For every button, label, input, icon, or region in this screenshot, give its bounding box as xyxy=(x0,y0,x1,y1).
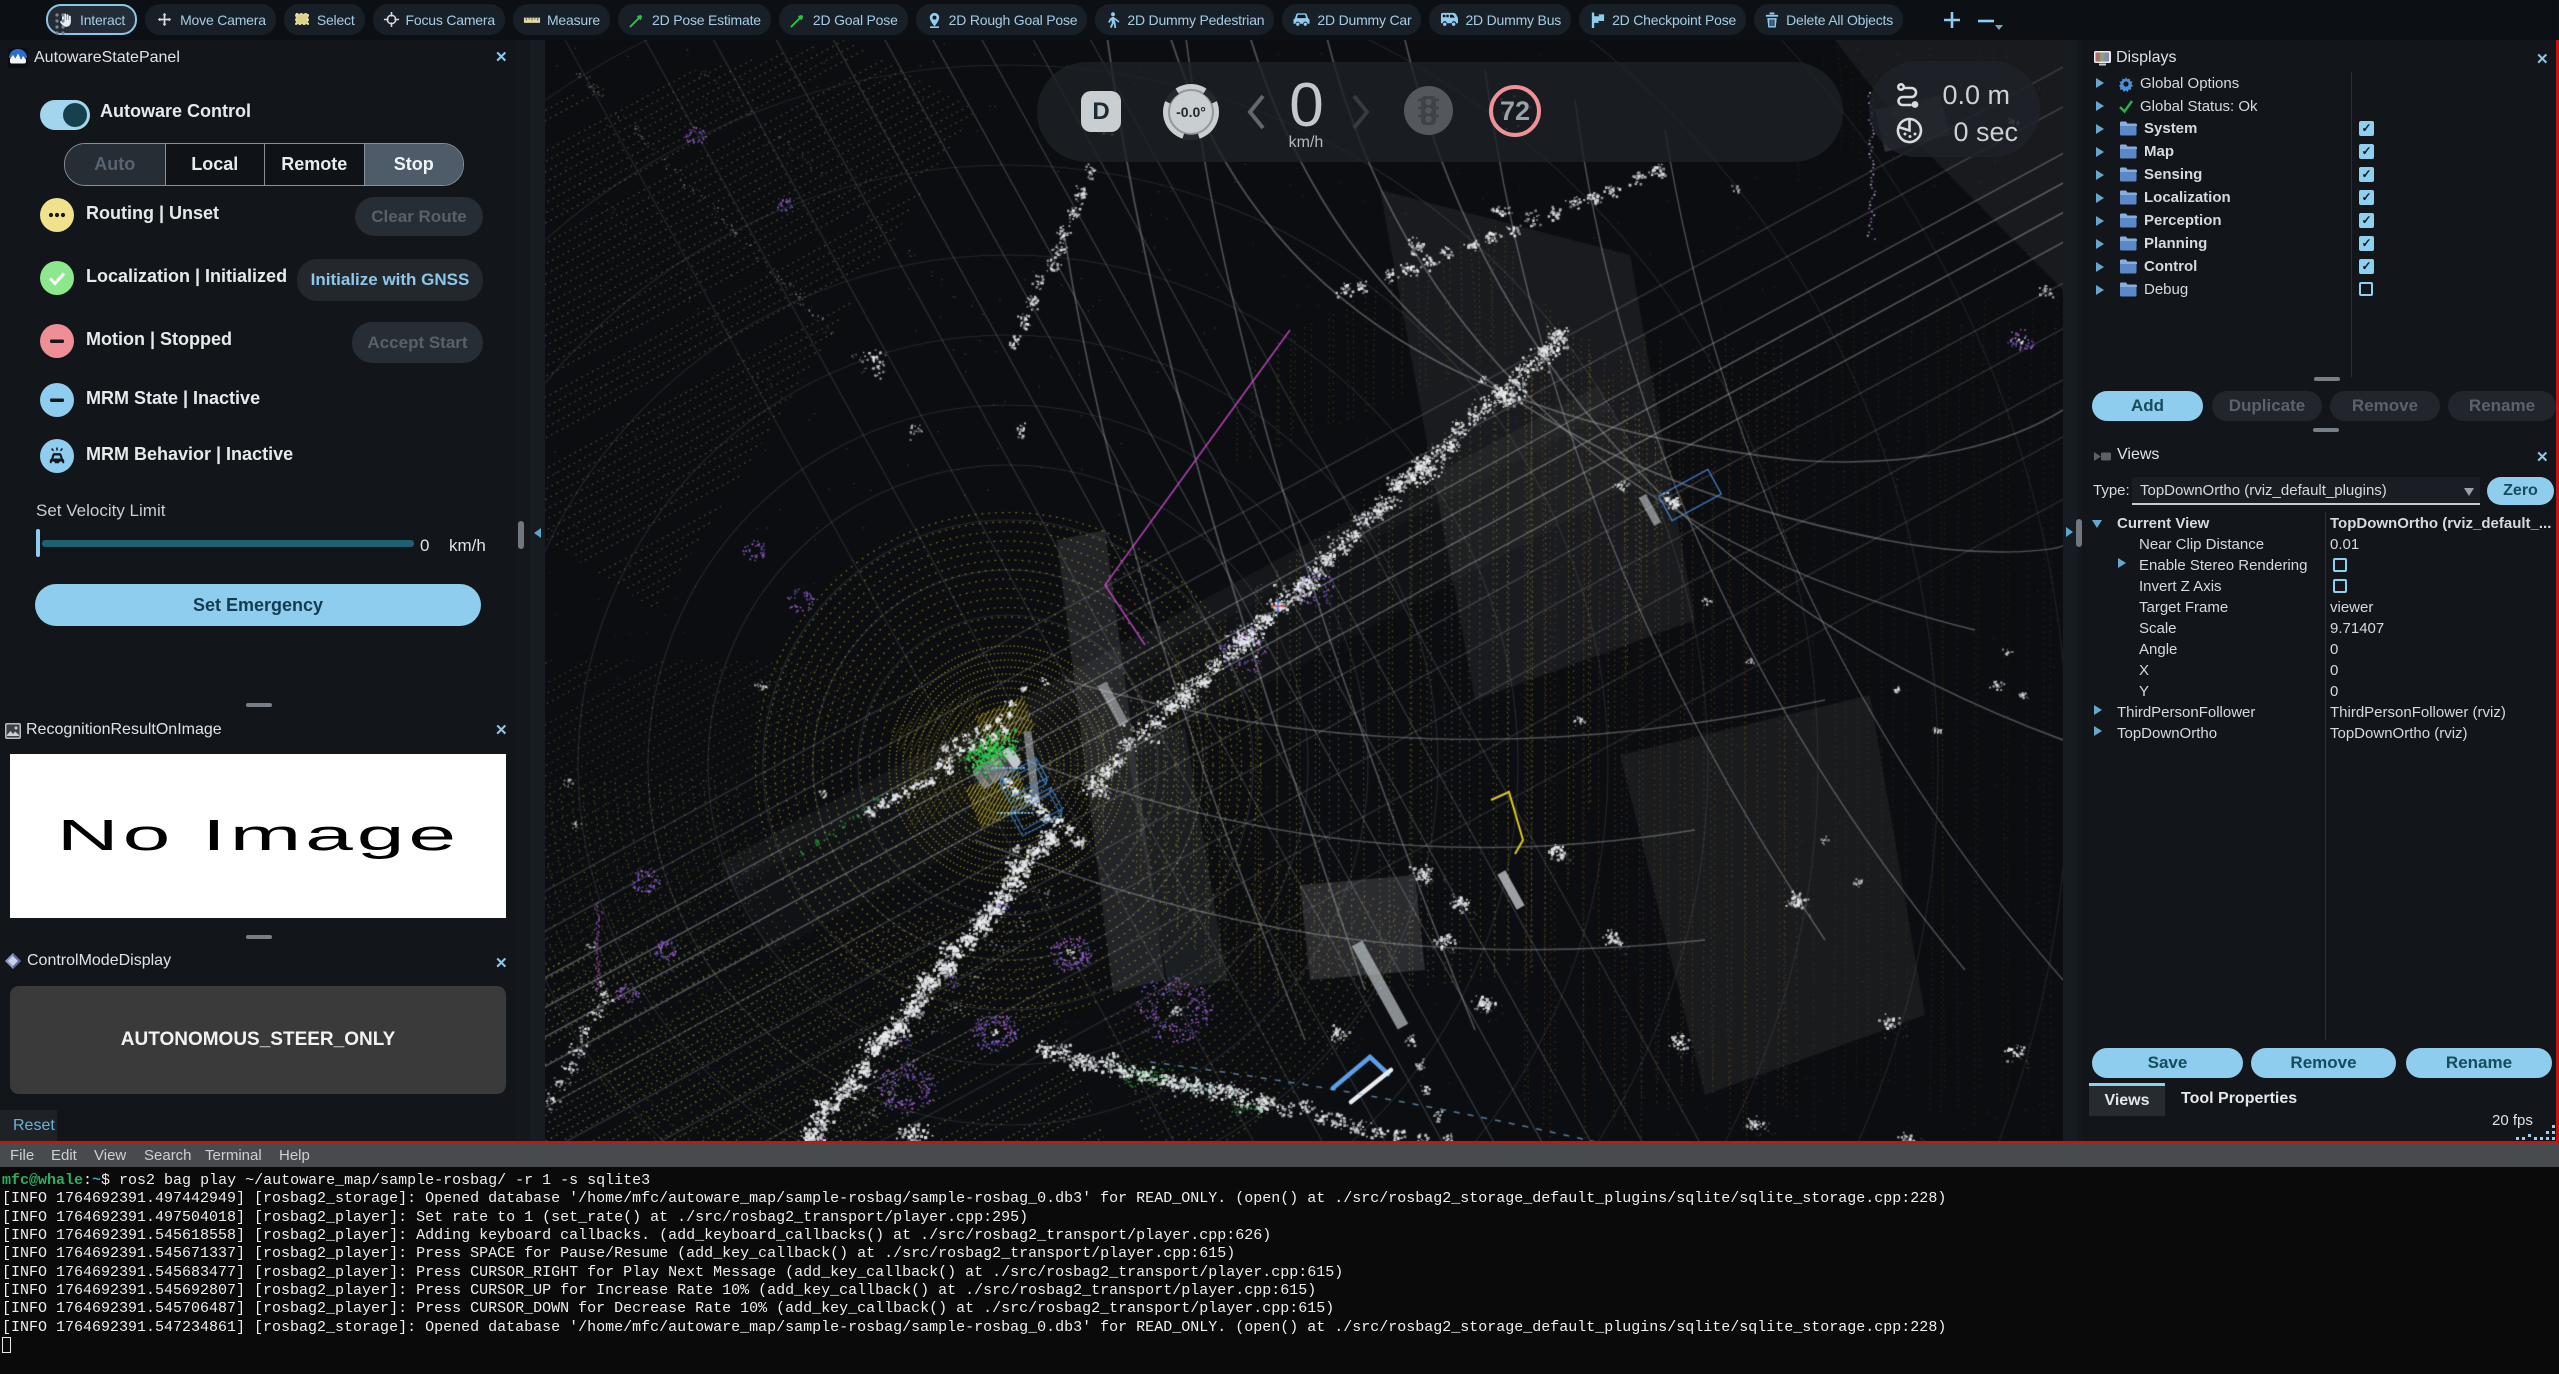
svg-text:-0.0°: -0.0° xyxy=(1176,104,1206,120)
